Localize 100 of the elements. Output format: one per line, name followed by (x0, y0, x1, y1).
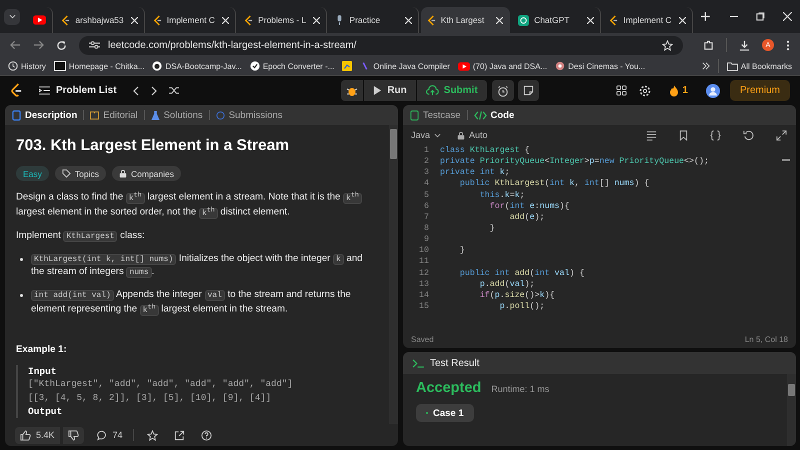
line-number: 8 (423, 222, 429, 234)
problem-list-button[interactable]: Problem List (39, 85, 117, 96)
cloud-upload-icon (426, 85, 439, 96)
code-line: this.k=k; (478, 190, 525, 201)
download-icon[interactable] (739, 40, 750, 50)
example-line: Output (28, 404, 64, 418)
close-icon[interactable] (404, 16, 412, 24)
panel-tab[interactable]: Solutions (150, 110, 203, 120)
line-number: 3 (423, 167, 429, 178)
chevron-left-icon[interactable] (132, 86, 139, 96)
reset-icon[interactable] (743, 130, 754, 140)
terminal-icon (412, 358, 425, 368)
page-icon (54, 61, 66, 71)
close-icon[interactable] (587, 16, 594, 24)
close-icon[interactable] (130, 16, 138, 24)
run-button[interactable]: Run (364, 80, 416, 101)
like-button[interactable]: 5.4K (15, 426, 60, 444)
close-icon[interactable] (313, 16, 320, 24)
more-bookmarks-icon[interactable] (702, 62, 710, 70)
more-icon[interactable] (786, 40, 790, 50)
forward-icon[interactable] (33, 40, 44, 50)
panel-tab[interactable]: Testcase (410, 110, 460, 120)
site-settings-icon[interactable] (89, 40, 100, 50)
tag-chip[interactable]: Companies (112, 166, 181, 182)
layout-icon[interactable] (616, 85, 628, 96)
example-line: [[3, [4, 5, 8, 2]], [3], [5], [10], [9], [4]] (28, 392, 272, 404)
close-icon[interactable] (783, 12, 792, 21)
star-icon[interactable] (662, 40, 673, 50)
close-icon[interactable] (496, 16, 504, 24)
language-dropdown[interactable]: Java (411, 130, 442, 140)
reload-icon[interactable] (56, 40, 67, 50)
star-icon[interactable] (146, 430, 158, 440)
code-line: add(e); (508, 212, 545, 223)
expand-icon[interactable] (776, 130, 787, 140)
line-number: 10 (418, 245, 429, 256)
comments-button[interactable]: 74 (96, 430, 123, 440)
tab-search-button[interactable] (4, 8, 20, 24)
extensions-icon[interactable] (703, 40, 714, 50)
avatar-icon[interactable] (706, 84, 720, 98)
logo-icon[interactable] (10, 83, 23, 98)
tab-title: Kth Largest (440, 15, 486, 25)
chevron-right-icon[interactable] (150, 86, 157, 96)
tab-title: arshbajwa53 (75, 15, 125, 25)
new-tab-icon[interactable] (700, 12, 710, 21)
book-icon (90, 110, 100, 120)
bookmark[interactable] (342, 61, 352, 71)
notes-button[interactable] (518, 80, 539, 101)
alarm-icon (496, 84, 509, 96)
save-status: Saved (411, 334, 434, 344)
bookmark[interactable]: DSA-Bootcamp-Jav... (152, 61, 242, 71)
browser-tab[interactable]: Kth Largest (420, 7, 510, 33)
bookmark-label: Online Java Compiler (373, 62, 450, 70)
settings-icon[interactable] (639, 84, 652, 96)
tag-icon (62, 169, 71, 178)
panel-tab[interactable]: Description (12, 110, 78, 120)
submit-button[interactable]: Submit (416, 80, 487, 101)
shuffle-icon[interactable] (168, 86, 180, 95)
bookmark-label: History (21, 62, 46, 70)
code-line: private int k; (440, 167, 510, 178)
address-bar[interactable]: leetcode.com/problems/kth-largest-element-in-a-stream/ (79, 36, 683, 54)
line-number: 7 (423, 212, 429, 223)
all-bookmarks-button[interactable]: All Bookmarks (726, 62, 792, 70)
debug-button[interactable] (341, 80, 364, 101)
case-tab[interactable]: Case 1 (416, 404, 474, 422)
bookmark[interactable]: History (8, 61, 46, 71)
tag-chip[interactable]: Topics (54, 166, 106, 182)
bookmark[interactable]: Online Java Compiler (360, 61, 450, 71)
line-number: 15 (418, 300, 429, 312)
panel-tab[interactable]: Submissions (216, 110, 283, 120)
bookmark[interactable]: Desi Cinemas - You... (555, 61, 646, 71)
bookmark-icon[interactable] (679, 130, 688, 140)
thumbs-up-icon (20, 430, 31, 440)
bookmark[interactable]: Homepage - Chitka... (54, 61, 144, 71)
bookmark[interactable]: Epoch Converter -... (250, 61, 334, 71)
panel-tab[interactable]: Editorial (90, 110, 138, 120)
code-line: public KthLargest(int k, int[] nums) { (458, 178, 650, 190)
premium-button[interactable]: Premium (730, 80, 790, 101)
line-number: 12 (418, 268, 429, 279)
microphone-icon (335, 14, 344, 26)
back-icon[interactable] (10, 40, 21, 50)
problem-title: 703. Kth Largest Element in a Stream (16, 136, 290, 156)
restore-icon[interactable] (756, 12, 766, 21)
auto-mode-button[interactable]: Auto (457, 130, 488, 140)
streak-count[interactable]: 1 (682, 85, 688, 96)
tab-title: ChatGPT (534, 15, 570, 25)
timer-button[interactable] (492, 80, 514, 101)
play-icon (373, 85, 382, 96)
format-icon[interactable] (646, 130, 657, 140)
help-icon[interactable] (200, 430, 212, 440)
bookmark[interactable]: (70) Java and DSA... (458, 62, 548, 70)
tag-chip[interactable]: Easy (16, 166, 49, 182)
close-icon[interactable] (222, 16, 230, 24)
close-icon[interactable] (678, 16, 686, 24)
share-icon[interactable] (174, 430, 185, 440)
clock-icon (216, 110, 225, 120)
doc-icon (12, 110, 21, 120)
dislike-icon[interactable] (62, 426, 84, 444)
braces-icon[interactable] (710, 130, 721, 140)
panel-tab[interactable]: Code (474, 110, 514, 120)
result-status: Accepted (416, 380, 482, 396)
